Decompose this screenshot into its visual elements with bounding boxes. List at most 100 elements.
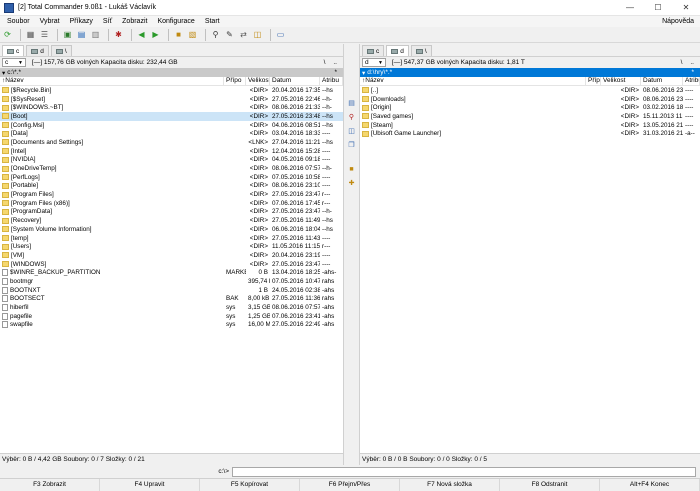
left-tab-c[interactable]: c: [2, 45, 25, 56]
file-row[interactable]: [Ubisoft Game Launcher] <DIR> 31.03.2016 2…: [360, 129, 700, 138]
menu-sit[interactable]: Síť: [98, 18, 117, 25]
f4-edit-button[interactable]: F4 Upravit: [100, 479, 200, 491]
file-row[interactable]: [System Volume Information] <DIR> 06.06.20…: [0, 225, 343, 234]
file-row[interactable]: [Saved games] <DIR> 15.11.2013 11:02----: [360, 112, 700, 121]
file-row[interactable]: [OneDriveTemp] <DIR> 08.06.2016 07:57 --h-: [0, 164, 343, 173]
root-button[interactable]: \: [681, 59, 683, 66]
history-button[interactable]: *: [334, 69, 343, 76]
menu-start[interactable]: Start: [200, 18, 225, 25]
file-row[interactable]: [Intel] <DIR> 12.04.2016 15:28 ----: [0, 147, 343, 156]
file-row[interactable]: [PerfLogs] <DIR> 07.05.2016 10:58 ----: [0, 173, 343, 182]
menu-vybrat[interactable]: Vybrat: [35, 18, 65, 25]
copy-icon[interactable]: ❐: [346, 140, 357, 150]
file-row[interactable]: bootmgr 395,74 kB07.05.2016 10:47rahs: [0, 277, 343, 286]
file-row[interactable]: [ProgramData] <DIR> 27.05.2016 23:47 --h-: [0, 208, 343, 217]
refresh-icon[interactable]: ⟳: [2, 29, 13, 40]
file-row[interactable]: [Downloads] <DIR> 08.06.2016 23:26----: [360, 95, 700, 104]
file-row[interactable]: [Steam] <DIR> 13.05.2016 21:08----: [360, 121, 700, 130]
menu-prikazy[interactable]: Příkazy: [65, 18, 98, 25]
column-attr[interactable]: Atribu: [320, 77, 343, 85]
alt-f4-exit-button[interactable]: Alt+F4 Konec: [600, 479, 700, 491]
ftp-disconnect-icon[interactable]: ▥: [90, 29, 101, 40]
lock-icon[interactable]: ✱: [113, 29, 124, 40]
column-ext[interactable]: Přípo: [224, 77, 246, 85]
column-date[interactable]: Datum: [270, 77, 320, 85]
right-tab-c[interactable]: c: [362, 45, 385, 56]
column-date[interactable]: Datum: [641, 77, 683, 85]
unpack-icon[interactable]: ▧: [187, 29, 198, 40]
find-icon[interactable]: ⚲: [346, 112, 357, 122]
right-path-bar[interactable]: ▾ d:\hry\*.* *: [360, 68, 700, 77]
f3-view-button[interactable]: F3 Zobrazit: [0, 479, 100, 491]
file-row[interactable]: hiberfil sys 3,15 GB 08.06.2016 07:57 -ahs: [0, 303, 343, 312]
pack-icon[interactable]: ■: [173, 29, 184, 40]
column-name[interactable]: ↑Název: [0, 77, 224, 85]
column-attr[interactable]: Atribu: [683, 77, 700, 85]
file-row[interactable]: [Recovery] <DIR> 27.05.2016 11:49 --hs: [0, 216, 343, 225]
notepad-icon[interactable]: ▭: [275, 29, 286, 40]
sync-icon[interactable]: ⇄: [238, 29, 249, 40]
left-tab-d[interactable]: d: [26, 45, 49, 56]
details-icon[interactable]: ☰: [39, 29, 50, 40]
file-row[interactable]: [Program Files] <DIR> 27.05.2016 23:47 r---: [0, 190, 343, 199]
up-button[interactable]: ..: [690, 59, 694, 66]
menu-zobrazit[interactable]: Zobrazit: [117, 18, 152, 25]
file-row[interactable]: [Documents and Settings] <LNK> 27.04.2016 …: [0, 138, 343, 147]
right-tab-d[interactable]: d: [386, 45, 409, 56]
file-row[interactable]: pagefile sys 1,25 GB 07.06.2016 23:41 -ahs: [0, 312, 343, 321]
back-icon[interactable]: ◀: [136, 29, 147, 40]
file-row[interactable]: [Boot] <DIR> 27.05.2016 23:48 --hs: [0, 112, 343, 121]
search-icon[interactable]: ⚲: [210, 29, 221, 40]
copy-names-icon[interactable]: ▤: [346, 98, 357, 108]
multi-rename-icon[interactable]: ✎: [224, 29, 235, 40]
file-row[interactable]: [temp] <DIR> 27.05.2016 11:43 ----: [0, 234, 343, 243]
file-row[interactable]: [Config.Msi] <DIR> 04.06.2016 08:51 --hs: [0, 121, 343, 130]
menu-help[interactable]: Nápověda: [662, 18, 700, 25]
forward-icon[interactable]: ▶: [150, 29, 161, 40]
tree-icon[interactable]: ▣: [62, 29, 73, 40]
f5-copy-button[interactable]: F5 Kopírovat: [200, 479, 300, 491]
menu-konfigurace[interactable]: Konfigurace: [152, 18, 199, 25]
f7-new-folder-button[interactable]: F7 Nová složka: [400, 479, 500, 491]
file-row[interactable]: [VM] <DIR> 20.04.2016 23:19 ----: [0, 251, 343, 260]
maximize-button[interactable]: ☐: [644, 0, 672, 16]
new-folder-icon[interactable]: ✚: [346, 178, 357, 188]
history-button[interactable]: *: [691, 69, 700, 76]
file-row[interactable]: [Origin] <DIR> 03.02.2016 18:20----: [360, 103, 700, 112]
right-file-list[interactable]: [..]<DIR>08.06.2016 23:26----[Downloads]…: [360, 86, 700, 138]
file-row[interactable]: [$WINDOWS.~BT] <DIR> 08.06.2016 21:33 --h-: [0, 103, 343, 112]
file-row[interactable]: $WINRE_BACKUP_PARTITION MARKER 0 B 13.04.20…: [0, 268, 343, 277]
file-row[interactable]: [WINDOWS] <DIR> 27.05.2016 23:47 ----: [0, 260, 343, 269]
column-name[interactable]: ↑Název: [360, 77, 586, 85]
left-drive-select[interactable]: c ▼: [2, 58, 26, 67]
file-row[interactable]: [$SysReset] <DIR> 27.05.2016 22:46 --h-: [0, 95, 343, 104]
file-row[interactable]: BOOTNXT 1 B 24.05.2016 02:38 -ahs: [0, 286, 343, 295]
left-path-bar[interactable]: ▾ c:\*.* *: [0, 68, 343, 77]
column-size[interactable]: Velikost: [601, 77, 641, 85]
left-file-list[interactable]: [$Recycle.Bin] <DIR> 20.04.2016 17:35 --hs[…: [0, 86, 343, 329]
compare-files-icon[interactable]: ◫: [346, 126, 357, 136]
file-row[interactable]: [$Recycle.Bin] <DIR> 20.04.2016 17:35 --hs: [0, 86, 343, 95]
compare-icon[interactable]: ◫: [252, 29, 263, 40]
up-button[interactable]: ..: [333, 59, 337, 66]
column-ext[interactable]: Přípo: [586, 77, 601, 85]
file-row[interactable]: [Portable] <DIR> 08.06.2016 23:10 ----: [0, 182, 343, 191]
right-panel[interactable]: c d \ d ▼ [—] 547,37 GB volných Kapacita …: [360, 44, 700, 465]
ftp-icon[interactable]: ▤: [76, 29, 87, 40]
file-row[interactable]: BOOTSECT BAK 8,00 kB 27.05.2016 11:36 rahs: [0, 295, 343, 304]
f6-move-button[interactable]: F6 Přejm/Přes: [300, 479, 400, 491]
pack-files-icon[interactable]: ■: [346, 164, 357, 174]
left-tab-root[interactable]: \: [50, 45, 72, 56]
left-panel[interactable]: c d \ c ▼ [—] 157,76 GB volných Kapacita …: [0, 44, 343, 465]
file-row[interactable]: [Users] <DIR> 11.05.2016 11:15 r---: [0, 242, 343, 251]
right-drive-select[interactable]: d ▼: [362, 58, 386, 67]
file-row[interactable]: [NVIDIA] <DIR> 04.05.2016 09:18 ----: [0, 156, 343, 165]
command-input[interactable]: [232, 466, 696, 477]
f8-delete-button[interactable]: F8 Odstranit: [500, 479, 600, 491]
file-row[interactable]: [Data] <DIR> 03.04.2016 18:33 ----: [0, 129, 343, 138]
file-row[interactable]: [Program Files (x86)] <DIR> 07.06.2016 17:…: [0, 199, 343, 208]
thumbnails-icon[interactable]: ▦: [25, 29, 36, 40]
close-button[interactable]: ✕: [672, 0, 700, 16]
column-size[interactable]: Velikost: [246, 77, 270, 85]
right-tab-root[interactable]: \: [410, 45, 432, 56]
